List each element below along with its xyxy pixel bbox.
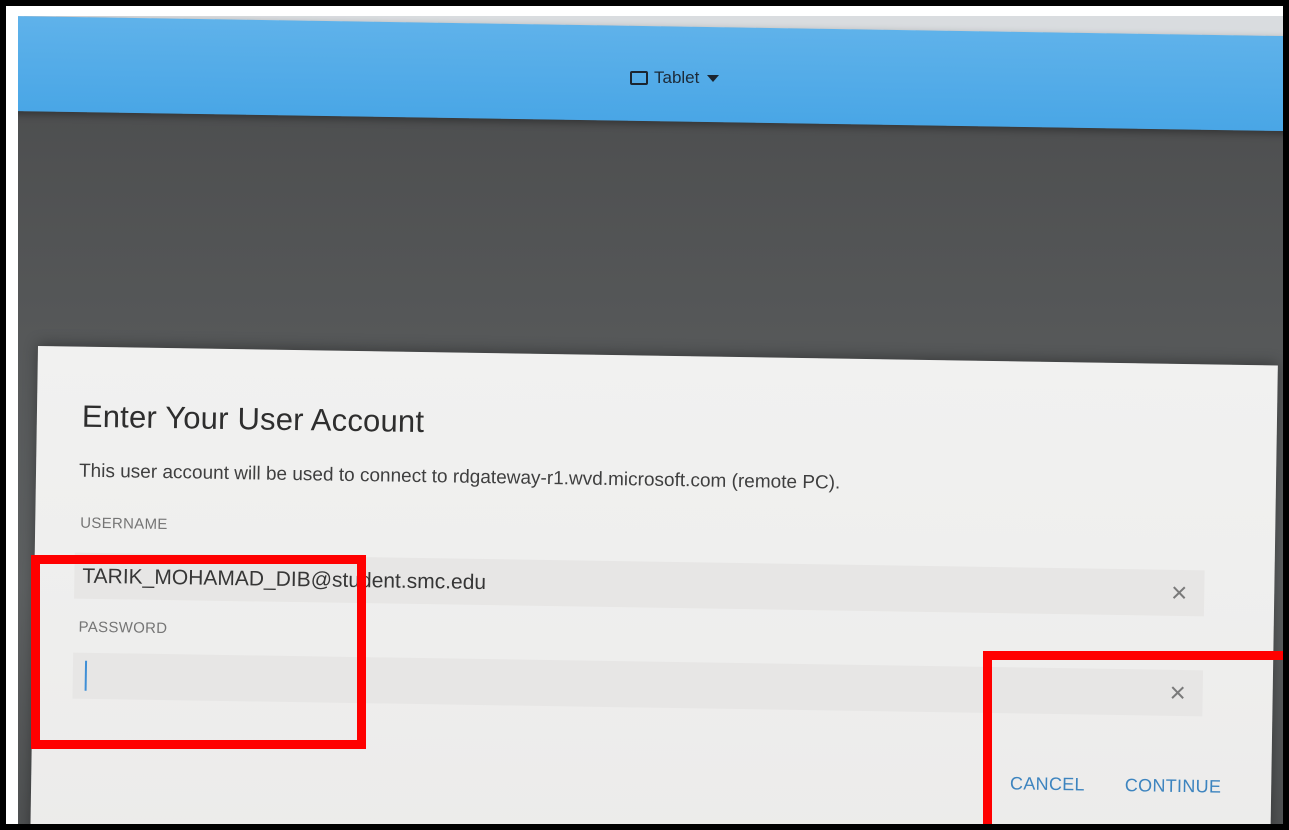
text-cursor xyxy=(84,660,88,691)
tablet-mode-toggle[interactable]: Tablet xyxy=(630,68,720,88)
username-field[interactable]: TARIK_MOHAMAD_DIB@student.smc.edu × xyxy=(74,552,1205,617)
tablet-mode-label: Tablet xyxy=(654,68,700,87)
username-label: USERNAME xyxy=(80,514,168,534)
screenshot-frame: Tablet Enter Your User Account This user… xyxy=(0,0,1289,830)
username-value: TARIK_MOHAMAD_DIB@student.smc.edu xyxy=(82,564,487,595)
dialog-actions: CANCEL CONTINUE xyxy=(1010,773,1222,797)
close-icon[interactable]: × xyxy=(1164,677,1190,708)
remote-desktop-screen: Tablet Enter Your User Account This user… xyxy=(18,16,1283,824)
caret-down-icon xyxy=(707,74,720,82)
user-account-dialog: Enter Your User Account This user accoun… xyxy=(30,346,1278,824)
dialog-title: Enter Your User Account xyxy=(81,398,425,440)
close-icon[interactable]: × xyxy=(1166,577,1192,608)
dialog-description: This user account will be used to connec… xyxy=(78,460,841,494)
cancel-button[interactable]: CANCEL xyxy=(1010,773,1085,795)
password-label: PASSWORD xyxy=(78,618,168,638)
tablet-icon xyxy=(630,71,648,85)
password-field[interactable]: × xyxy=(72,652,1204,717)
continue-button[interactable]: CONTINUE xyxy=(1125,775,1222,798)
